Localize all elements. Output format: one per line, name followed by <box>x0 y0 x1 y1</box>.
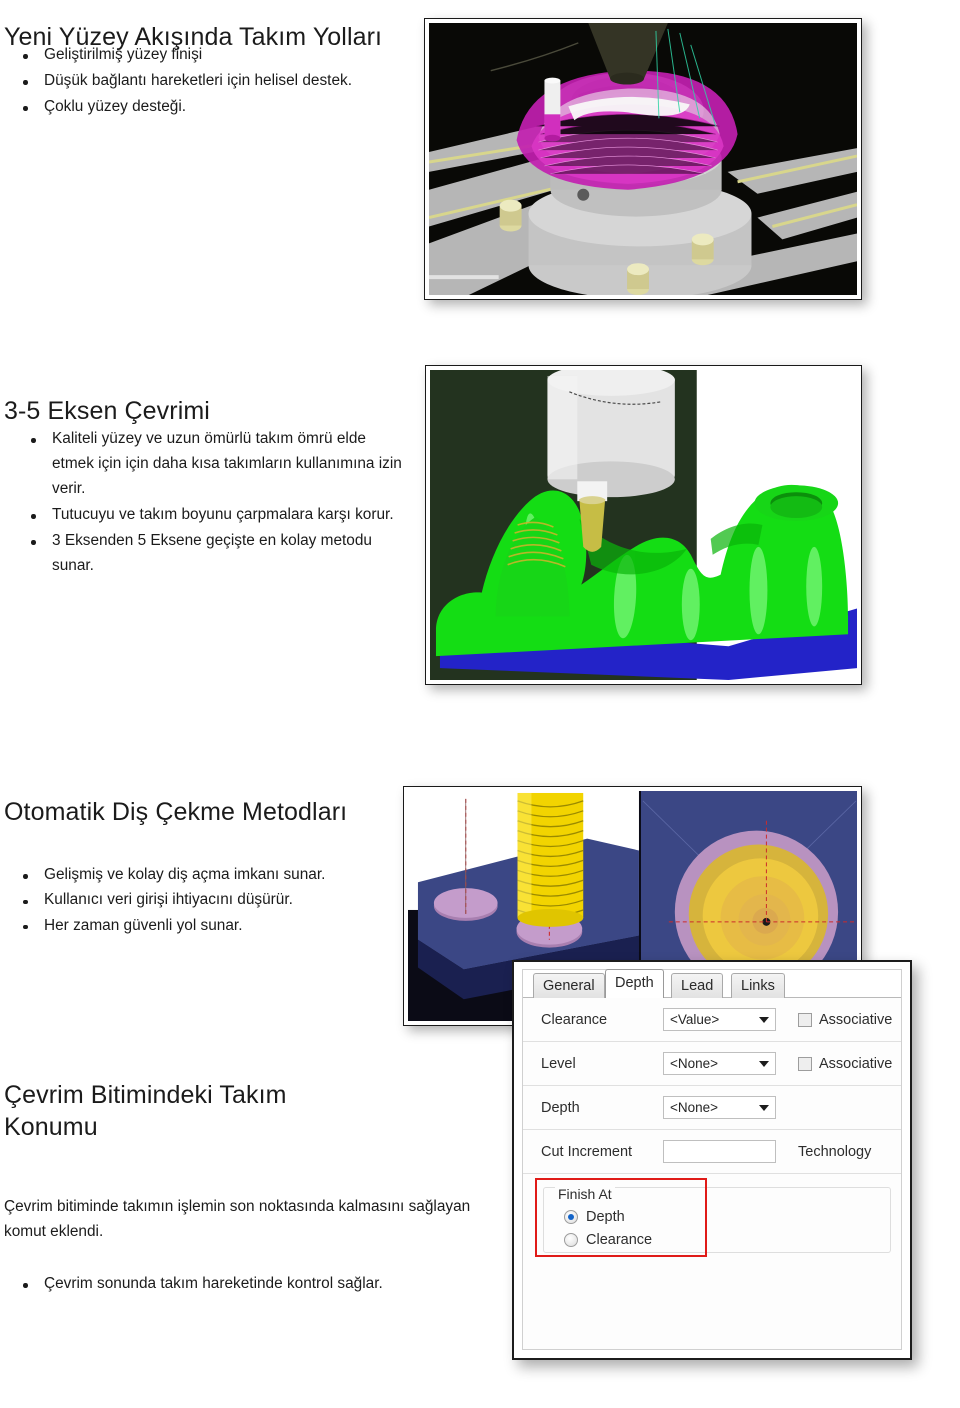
list-item-label: Geliştirilmiş yüzey finişi <box>44 46 203 63</box>
section-heading-3-5-axis: 3-5 Eksen Çevrimi <box>4 396 210 425</box>
list-item-label: Kullanıcı veri girişi ihtiyacını düşürür… <box>44 891 293 909</box>
list-item: Her zaman güvenli yol sunar. <box>14 914 399 938</box>
tab-lead[interactable]: Lead <box>671 973 724 998</box>
figure-surface-flow <box>424 18 862 300</box>
combo-clearance[interactable]: <Value> <box>663 1008 776 1031</box>
list-item-label: Kaliteli yüzey ve uzun ömürlü takım ömrü… <box>52 430 402 497</box>
label-level: Level <box>541 1055 576 1072</box>
chevron-down-icon <box>759 1016 769 1023</box>
list-item: Kaliteli yüzey ve uzun ömürlü takım ömrü… <box>22 427 407 502</box>
combo-clearance-value: <Value> <box>670 1012 720 1027</box>
cam-toolpath-magenta-render <box>429 23 857 295</box>
chevron-down-icon <box>759 1104 769 1111</box>
list-item: Çoklu yüzey desteği. <box>14 95 464 120</box>
list-item-label: Düşük bağlantı hareketleri için helisel … <box>44 71 352 89</box>
section-heading-thread-methods: Otomatik Diş Çekme Metodları <box>4 797 348 826</box>
tab-depth[interactable]: Depth <box>605 969 664 998</box>
checkbox-label: Associative <box>819 1011 893 1028</box>
list-item: 3 Eksenden 5 Eksene geçişte en kolay met… <box>22 529 407 579</box>
row-clearance: Clearance <Value> Associative <box>523 998 901 1042</box>
input-cut-increment[interactable] <box>663 1140 776 1163</box>
label-depth: Depth <box>541 1099 580 1116</box>
label-cut-increment: Cut Increment <box>541 1143 633 1160</box>
list-item-label: Her zaman güvenli yol sunar. <box>44 916 243 934</box>
bullet-dot-icon <box>23 874 28 879</box>
finish-at-group: Finish At Depth Clearance <box>535 1178 891 1257</box>
checkbox-icon[interactable] <box>798 1012 812 1027</box>
paragraph-tool-position: Çevrim bitiminde takımın işlemin son nok… <box>4 1198 471 1240</box>
label-technology: Technology <box>798 1143 872 1160</box>
row-level: Level <None> Associative <box>523 1042 901 1086</box>
bullet-dot-icon <box>23 106 28 111</box>
list-item-label: Çoklu yüzey desteği. <box>44 97 187 115</box>
checkbox-level-associative[interactable]: Associative <box>798 1056 892 1072</box>
depth-tab-dialog[interactable]: General Depth Lead Links Clearance <Valu… <box>512 960 912 1360</box>
list-item: Düşük bağlantı hareketleri için helisel … <box>14 69 464 94</box>
combo-level[interactable]: <None> <box>663 1052 776 1075</box>
list-item-label: Çevrim sonunda takım hareketinde kontrol… <box>44 1275 383 1292</box>
figure-5axis-green-part <box>425 365 862 685</box>
bullet-list-thread-methods: Gelişmiş ve kolay diş açma imkanı sunar.… <box>14 863 399 939</box>
bullet-dot-icon <box>23 899 28 905</box>
list-item-label: Tutucuyu ve takım boyunu çarpmalara karş… <box>52 505 394 523</box>
tab-links[interactable]: Links <box>731 973 785 998</box>
bullet-dot-icon <box>31 514 36 519</box>
dialog-inner-frame: General Depth Lead Links Clearance <Valu… <box>522 969 902 1350</box>
list-item: Çevrim sonunda takım hareketinde kontrol… <box>14 1272 474 1297</box>
tab-strip: General Depth Lead Links <box>523 969 901 998</box>
combo-depth[interactable]: <None> <box>663 1096 776 1119</box>
bullet-dot-icon <box>23 924 28 930</box>
chevron-down-icon <box>759 1060 769 1067</box>
bullet-list-tool-position: Çevrim sonunda takım hareketinde kontrol… <box>14 1272 474 1298</box>
checkbox-clearance-associative[interactable]: Associative <box>798 1012 892 1028</box>
tab-general[interactable]: General <box>533 973 605 998</box>
checkbox-icon[interactable] <box>798 1056 812 1071</box>
list-item: Kullanıcı veri girişi ihtiyacını düşürür… <box>14 888 399 912</box>
label-clearance: Clearance <box>541 1011 608 1028</box>
bullet-dot-icon <box>23 54 28 59</box>
list-item-label: 3 Eksenden 5 Eksene geçişte en kolay met… <box>52 531 372 574</box>
section-heading-tool-position: Çevrim Bitimindeki Takım Konumu <box>4 1080 287 1141</box>
cam-green-part-render <box>430 370 857 680</box>
list-item-label: Gelişmiş ve kolay diş açma imkanı sunar. <box>44 866 326 883</box>
row-depth: Depth <None> <box>523 1086 901 1130</box>
bullet-dot-icon <box>31 540 36 545</box>
list-item: Tutucuyu ve takım boyunu çarpmalara karş… <box>22 503 407 528</box>
list-item: Gelişmiş ve kolay diş açma imkanı sunar. <box>14 863 399 887</box>
list-item: Geliştirilmiş yüzey finişi <box>14 43 464 68</box>
bullet-dot-icon <box>23 1283 28 1288</box>
combo-level-value: <None> <box>670 1056 719 1071</box>
bullet-dot-icon <box>31 438 36 443</box>
checkbox-label: Associative <box>819 1055 893 1072</box>
bullet-list-3-5-axis: Kaliteli yüzey ve uzun ömürlü takım ömrü… <box>22 427 407 580</box>
combo-depth-value: <None> <box>670 1100 719 1115</box>
highlight-box <box>535 1178 707 1257</box>
bullet-dot-icon <box>23 80 28 85</box>
row-cut-increment: Cut Increment Technology <box>523 1130 901 1174</box>
bullet-list-surface-flow: Geliştirilmiş yüzey finişi Düşük bağlant… <box>14 43 464 121</box>
